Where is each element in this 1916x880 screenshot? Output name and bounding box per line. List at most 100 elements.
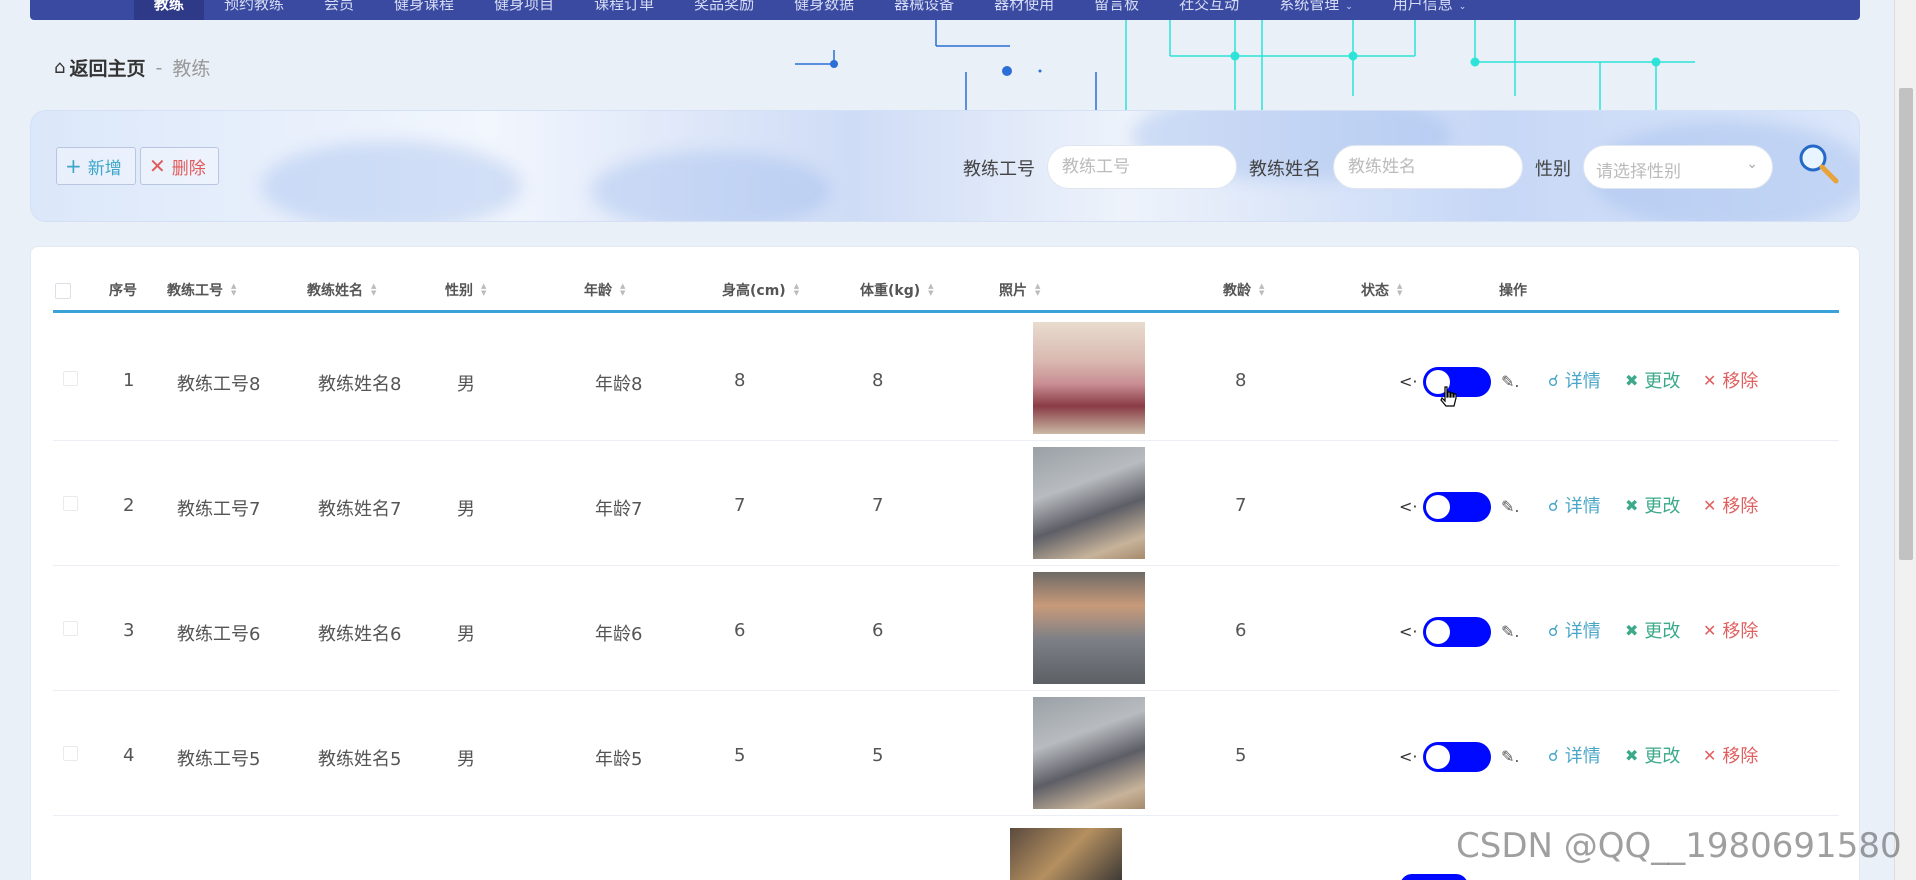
- breadcrumb-home-link[interactable]: 返回主页: [69, 54, 145, 81]
- detail-button[interactable]: ☌ 详情: [1548, 492, 1601, 518]
- coach-id-input[interactable]: [1047, 145, 1237, 189]
- cell-coach-name: 教练姓名5: [318, 749, 402, 770]
- gender-select[interactable]: 请选择性别 ⌄: [1583, 145, 1773, 189]
- header-actions-label: 操作: [1499, 282, 1527, 299]
- toggle-knob: [1426, 495, 1450, 519]
- share-icon[interactable]: <·: [1399, 372, 1418, 391]
- table-row[interactable]: 4 教练工号5 教练姓名5 男 年龄5 5 5 5 <· ✎. ☌ 详情 ✖ 更改 …: [53, 691, 1839, 816]
- row-checkbox[interactable]: [63, 371, 78, 386]
- nav-item-reward[interactable]: 奖品奖励: [674, 0, 774, 20]
- sort-icon[interactable]: ▲ ▼: [928, 282, 933, 297]
- row-checkbox[interactable]: [63, 746, 78, 761]
- wrench-icon: ✖: [1625, 495, 1639, 515]
- header-weight[interactable]: 体重(kg) ▲ ▼: [860, 280, 934, 300]
- sort-icon[interactable]: ▲ ▼: [1035, 282, 1040, 297]
- nav-item-member[interactable]: 会员: [304, 0, 374, 20]
- header-height[interactable]: 身高(cm) ▲ ▼: [722, 280, 799, 300]
- edit-button[interactable]: ✖ 更改: [1625, 742, 1680, 768]
- edit-button-label: 更改: [1644, 746, 1681, 767]
- header-coach-id[interactable]: 教练工号 ▲ ▼: [167, 280, 236, 300]
- nav-item-system[interactable]: 系统管理 ⌄: [1259, 0, 1373, 20]
- remove-button-label: 移除: [1722, 496, 1759, 517]
- status-toggle[interactable]: [1423, 617, 1491, 647]
- remove-button[interactable]: ✕ 移除: [1703, 492, 1758, 518]
- vertical-scrollbar[interactable]: [1894, 0, 1916, 880]
- nav-item-project[interactable]: 健身项目: [474, 0, 574, 20]
- row-checkbox[interactable]: [63, 621, 78, 636]
- header-coach-name[interactable]: 教练姓名 ▲ ▼: [307, 280, 376, 300]
- sort-icon[interactable]: ▲ ▼: [794, 282, 799, 297]
- edit-button-label: 更改: [1644, 621, 1681, 642]
- nav-item-equipment-usage[interactable]: 器材使用: [974, 0, 1074, 20]
- row-checkbox[interactable]: [63, 496, 78, 511]
- cell-gender: 男: [457, 499, 475, 520]
- cell-coach-name: 教练姓名6: [318, 624, 402, 645]
- header-actions: 操作: [1499, 280, 1527, 300]
- nav-item-equipment[interactable]: 器械设备: [874, 0, 974, 20]
- nav-item-user-info[interactable]: 用户信息 ⌄: [1373, 0, 1487, 20]
- table-row[interactable]: 1 教练工号8 教练姓名8 男 年龄8 8 8 8 <· ✎. ☌ 详情 ✖ 更改 …: [53, 316, 1839, 441]
- header-years[interactable]: 教龄 ▲ ▼: [1223, 280, 1264, 300]
- select-all-checkbox[interactable]: [55, 283, 71, 299]
- breadcrumb-separator: -: [155, 56, 163, 79]
- cell-height: 5: [734, 745, 746, 766]
- remove-button[interactable]: ✕ 移除: [1703, 617, 1758, 643]
- sort-icon[interactable]: ▲ ▼: [231, 282, 236, 297]
- nav-item-social[interactable]: 社交互动: [1159, 0, 1259, 20]
- cell-years: 8: [1235, 370, 1247, 391]
- detail-button[interactable]: ☌ 详情: [1548, 742, 1601, 768]
- table-row[interactable]: 3 教练工号6 教练姓名6 男 年龄6 6 6 6 <· ✎. ☌ 详情 ✖ 更改 …: [53, 566, 1839, 691]
- status-toggle[interactable]: [1423, 492, 1491, 522]
- header-status[interactable]: 状态 ▲ ▼: [1361, 280, 1402, 300]
- delete-button[interactable]: ✕ 删除: [140, 147, 219, 185]
- close-icon: ✕: [1703, 620, 1717, 640]
- share-icon[interactable]: <·: [1399, 747, 1418, 766]
- edit-button[interactable]: ✖ 更改: [1625, 617, 1680, 643]
- pen-icon[interactable]: ✎.: [1501, 622, 1520, 641]
- sort-icon[interactable]: ▲ ▼: [1397, 282, 1402, 297]
- edit-button[interactable]: ✖ 更改: [1625, 492, 1680, 518]
- coach-id-label: 教练工号: [963, 159, 1035, 180]
- share-icon[interactable]: <·: [1399, 497, 1418, 516]
- nav-item-course[interactable]: 健身课程: [374, 0, 474, 20]
- sort-icon[interactable]: ▲ ▼: [1259, 282, 1264, 297]
- cell-years: 7: [1235, 495, 1247, 516]
- pen-icon[interactable]: ✎.: [1501, 372, 1520, 391]
- table-row[interactable]: 2 教练工号7 教练姓名7 男 年龄7 7 7 7 <· ✎. ☌ 详情 ✖ 更改 …: [53, 441, 1839, 566]
- detail-button[interactable]: ☌ 详情: [1548, 367, 1601, 393]
- cell-coach-name: 教练姓名7: [318, 499, 402, 520]
- nav-item-coach[interactable]: 教练: [134, 0, 205, 20]
- pen-icon[interactable]: ✎.: [1501, 747, 1520, 766]
- remove-button[interactable]: ✕ 移除: [1703, 367, 1758, 393]
- status-toggle[interactable]: [1400, 874, 1468, 880]
- coach-photo: [1010, 828, 1122, 880]
- nav-item-message-board[interactable]: 留言板: [1074, 0, 1159, 20]
- coach-name-label: 教练姓名: [1249, 159, 1321, 180]
- header-gender[interactable]: 性别 ▲ ▼: [445, 280, 486, 300]
- header-status-label: 状态: [1361, 282, 1389, 299]
- search-icon[interactable]: [1796, 141, 1840, 185]
- scrollbar-thumb[interactable]: [1899, 88, 1913, 560]
- nav-item-system-label: 系统管理: [1279, 0, 1340, 13]
- header-age[interactable]: 年龄 ▲ ▼: [584, 280, 625, 300]
- cell-weight: 6: [872, 620, 884, 641]
- add-button[interactable]: + 新增: [56, 147, 136, 185]
- header-photo[interactable]: 照片 ▲ ▼: [999, 280, 1040, 300]
- remove-button[interactable]: ✕ 移除: [1703, 742, 1758, 768]
- status-toggle[interactable]: [1423, 742, 1491, 772]
- nav-item-booking[interactable]: 预约教练: [204, 0, 304, 20]
- share-icon[interactable]: <·: [1399, 622, 1418, 641]
- sort-icon[interactable]: ▲ ▼: [371, 282, 376, 297]
- cell-height: 8: [734, 370, 746, 391]
- detail-button-label: 详情: [1564, 371, 1601, 392]
- coach-name-input[interactable]: [1333, 145, 1523, 189]
- edit-button[interactable]: ✖ 更改: [1625, 367, 1680, 393]
- cell-coach-id: 教练工号7: [177, 499, 261, 520]
- nav-item-order[interactable]: 课程订单: [574, 0, 674, 20]
- cell-index: 1: [123, 370, 135, 391]
- sort-icon[interactable]: ▲ ▼: [481, 282, 486, 297]
- sort-icon[interactable]: ▲ ▼: [620, 282, 625, 297]
- detail-button[interactable]: ☌ 详情: [1548, 617, 1601, 643]
- nav-item-fitness-data[interactable]: 健身数据: [774, 0, 874, 20]
- pen-icon[interactable]: ✎.: [1501, 497, 1520, 516]
